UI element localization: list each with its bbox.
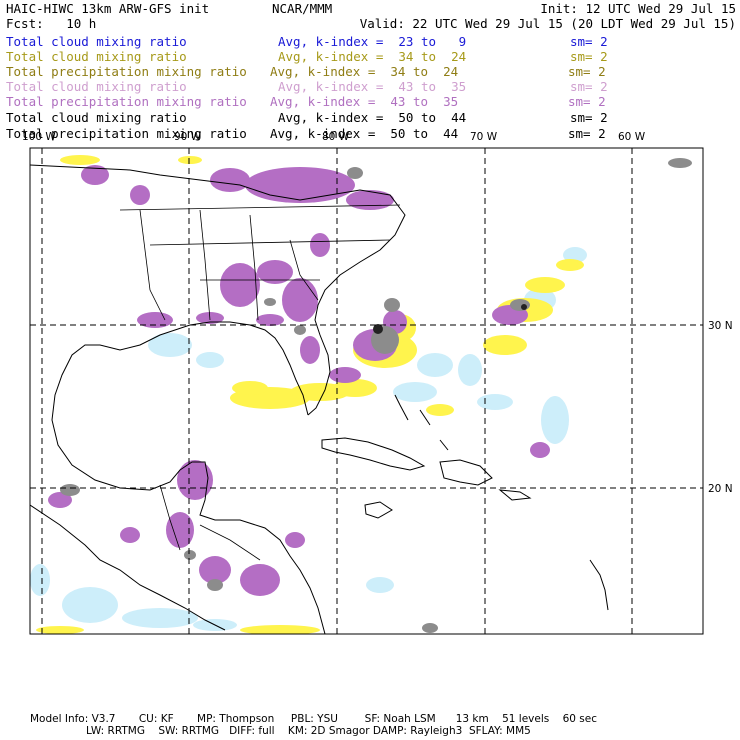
lat-label-30n: 30 N (708, 320, 733, 332)
lon-label-90w: 90 W (174, 131, 202, 143)
model-info-line2: LW: RRTMG SW: RRTMG DIFF: full KM: 2D Sm… (86, 725, 531, 737)
top-cloud-layer (60, 158, 692, 633)
lon-label-60w: 60 W (618, 131, 646, 143)
lat-label-20n: 20 N (708, 483, 733, 495)
lon-label-100w: 100 W (22, 131, 56, 143)
lon-label-80w: 80 W (322, 131, 350, 143)
lon-label-70w: 70 W (470, 131, 498, 143)
map-content (30, 148, 703, 634)
forecast-map: 100 W 90 W 80 W 70 W 60 W 30 N 20 N (22, 131, 733, 635)
